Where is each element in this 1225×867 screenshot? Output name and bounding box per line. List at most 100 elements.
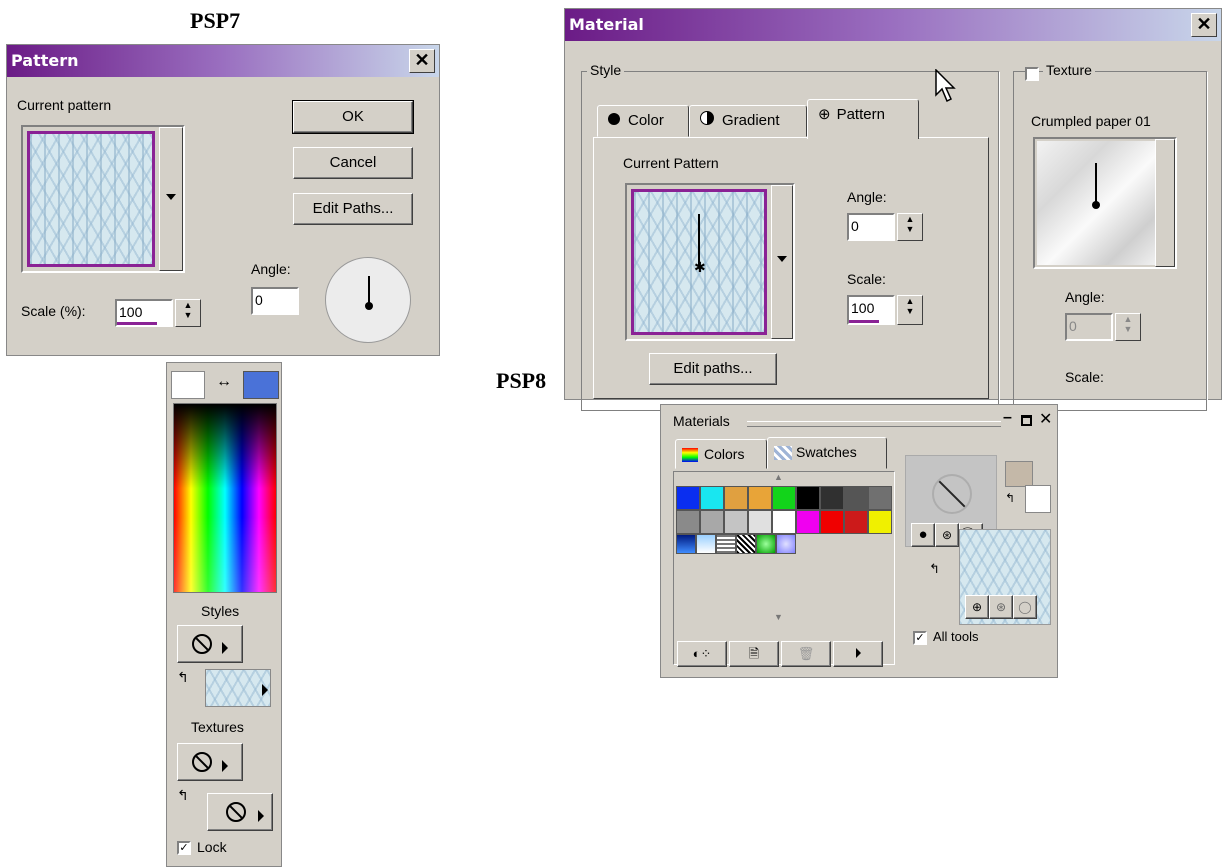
- edit-paths-button[interactable]: Edit Paths...: [293, 193, 413, 225]
- angle-spinner[interactable]: ▲ ▼: [897, 213, 923, 241]
- textures-button[interactable]: [177, 743, 243, 781]
- color-swatch[interactable]: [844, 510, 868, 534]
- pattern-swatch[interactable]: [676, 534, 696, 554]
- background-swatch[interactable]: [1025, 485, 1051, 513]
- pattern-preview-frame[interactable]: [21, 125, 185, 273]
- texture-gradient-button[interactable]: ⊛: [989, 595, 1013, 619]
- tab-swatches[interactable]: Swatches: [767, 437, 887, 469]
- color-swatch[interactable]: [868, 486, 892, 510]
- pattern-dialog-titlebar[interactable]: Pattern: [7, 45, 439, 77]
- color-swatch[interactable]: [772, 510, 796, 534]
- style-color-button[interactable]: ●: [911, 523, 935, 547]
- scroll-down-icon[interactable]: ▼: [774, 612, 783, 622]
- color-swatch[interactable]: [844, 486, 868, 510]
- palette-grip[interactable]: [747, 421, 1001, 427]
- color-swatch[interactable]: [820, 486, 844, 510]
- texture-pattern-button[interactable]: ⊕: [965, 595, 989, 619]
- swap-style-icon[interactable]: ↰: [177, 669, 189, 686]
- lock-checkbox[interactable]: ✓: [177, 841, 191, 855]
- angle-input[interactable]: 0: [847, 213, 895, 241]
- pattern-swatch[interactable]: [756, 534, 776, 554]
- color-swatch[interactable]: [700, 486, 724, 510]
- tab-color[interactable]: Color: [597, 105, 689, 137]
- color-spectrum[interactable]: [173, 403, 277, 593]
- background-color-swatch[interactable]: [243, 371, 279, 399]
- edit-paths-button[interactable]: Edit paths...: [649, 353, 777, 385]
- cancel-button[interactable]: Cancel: [293, 147, 413, 179]
- tab-colors[interactable]: Colors: [675, 439, 767, 469]
- angle-dial[interactable]: [325, 257, 411, 343]
- texture-angle-input[interactable]: 0: [1065, 313, 1113, 341]
- lock-label: Lock: [197, 839, 227, 855]
- chevron-right-icon: [222, 642, 228, 654]
- more-options-button[interactable]: [833, 641, 883, 667]
- close-icon[interactable]: ✕: [409, 49, 435, 73]
- style-pattern-swatch[interactable]: [205, 669, 271, 707]
- color-swatch[interactable]: [724, 486, 748, 510]
- close-icon[interactable]: ✕: [1039, 409, 1052, 429]
- color-swatch[interactable]: [748, 486, 772, 510]
- tab-swatches-label: Swatches: [796, 444, 857, 460]
- styles-button[interactable]: [177, 625, 243, 663]
- chevron-down-icon: [166, 194, 176, 200]
- texture-label: Texture: [1043, 62, 1095, 78]
- foreground-swatch[interactable]: [1005, 461, 1033, 487]
- texture-dropdown-button[interactable]: [1155, 139, 1175, 267]
- style-pattern-button[interactable]: ⊛: [935, 523, 959, 547]
- angle-input[interactable]: 0: [251, 287, 299, 315]
- delete-swatch-button[interactable]: 🗑: [781, 641, 831, 667]
- pattern-dropdown-button[interactable]: [771, 185, 793, 339]
- swap-texture-icon[interactable]: ↰: [177, 787, 189, 804]
- pattern-swatch[interactable]: [736, 534, 756, 554]
- pattern-swatch[interactable]: [716, 534, 736, 554]
- swap-texture-icon[interactable]: ↰: [929, 561, 940, 577]
- tab-gradient[interactable]: Gradient: [689, 105, 807, 137]
- material-dialog-title: Material: [569, 15, 644, 34]
- color-swatch[interactable]: [868, 510, 892, 534]
- no-style-icon: [192, 634, 212, 654]
- scroll-up-icon[interactable]: ▲: [774, 472, 783, 482]
- material-type-button[interactable]: ◐⁘: [677, 641, 727, 667]
- color-swatch[interactable]: [796, 486, 820, 510]
- swap-colors-icon[interactable]: ↔: [209, 373, 239, 391]
- pattern-swatch[interactable]: [696, 534, 716, 554]
- chevron-down-icon: [777, 256, 787, 262]
- color-swatch[interactable]: [820, 510, 844, 534]
- pattern-preview-frame[interactable]: ✱: [625, 183, 795, 341]
- pattern-preview: [27, 131, 155, 267]
- texture-angle-spinner[interactable]: ▲ ▼: [1115, 313, 1141, 341]
- texture-name: Crumpled paper 01: [1031, 113, 1151, 129]
- ok-button[interactable]: OK: [292, 100, 414, 134]
- swap-icon[interactable]: ↰: [1005, 491, 1015, 505]
- current-pattern-label: Current pattern: [17, 97, 112, 113]
- color-swatch[interactable]: [676, 486, 700, 510]
- tab-pattern[interactable]: ⊕ Pattern: [807, 99, 919, 139]
- foreground-color-swatch[interactable]: [171, 371, 205, 399]
- texture-preview-frame[interactable]: [1033, 137, 1177, 269]
- scale-spinner[interactable]: ▲ ▼: [175, 299, 201, 327]
- texture-checkbox[interactable]: [1025, 67, 1039, 81]
- pattern-swatch[interactable]: [776, 534, 796, 554]
- scale-slider-fill: [849, 320, 879, 323]
- color-swatch[interactable]: [700, 510, 724, 534]
- pattern-dropdown-button[interactable]: [159, 127, 183, 271]
- texture-none-button[interactable]: ◯: [1013, 595, 1037, 619]
- angle-value: 0: [255, 292, 263, 308]
- color-swatch[interactable]: [676, 510, 700, 534]
- material-dialog-titlebar[interactable]: Material: [565, 9, 1221, 41]
- new-swatch-button[interactable]: 🗎: [729, 641, 779, 667]
- scale-spinner[interactable]: ▲ ▼: [897, 295, 923, 325]
- color-swatch[interactable]: [772, 486, 796, 510]
- color-swatch[interactable]: [724, 510, 748, 534]
- pattern-needle-center: ✱: [694, 259, 706, 275]
- color-swatch[interactable]: [796, 510, 820, 534]
- maximize-icon[interactable]: [1021, 415, 1032, 426]
- scale-input[interactable]: 100: [847, 295, 895, 325]
- secondary-texture-button[interactable]: [207, 793, 273, 831]
- scale-input[interactable]: 100: [115, 299, 173, 327]
- color-swatch[interactable]: [748, 510, 772, 534]
- all-tools-checkbox[interactable]: ✓: [913, 631, 927, 645]
- minimize-icon[interactable]: –: [1003, 409, 1012, 427]
- close-icon[interactable]: ✕: [1191, 13, 1217, 37]
- material-dialog: Material ✕ Style Color Gradient ⊕ Pattern…: [564, 8, 1222, 411]
